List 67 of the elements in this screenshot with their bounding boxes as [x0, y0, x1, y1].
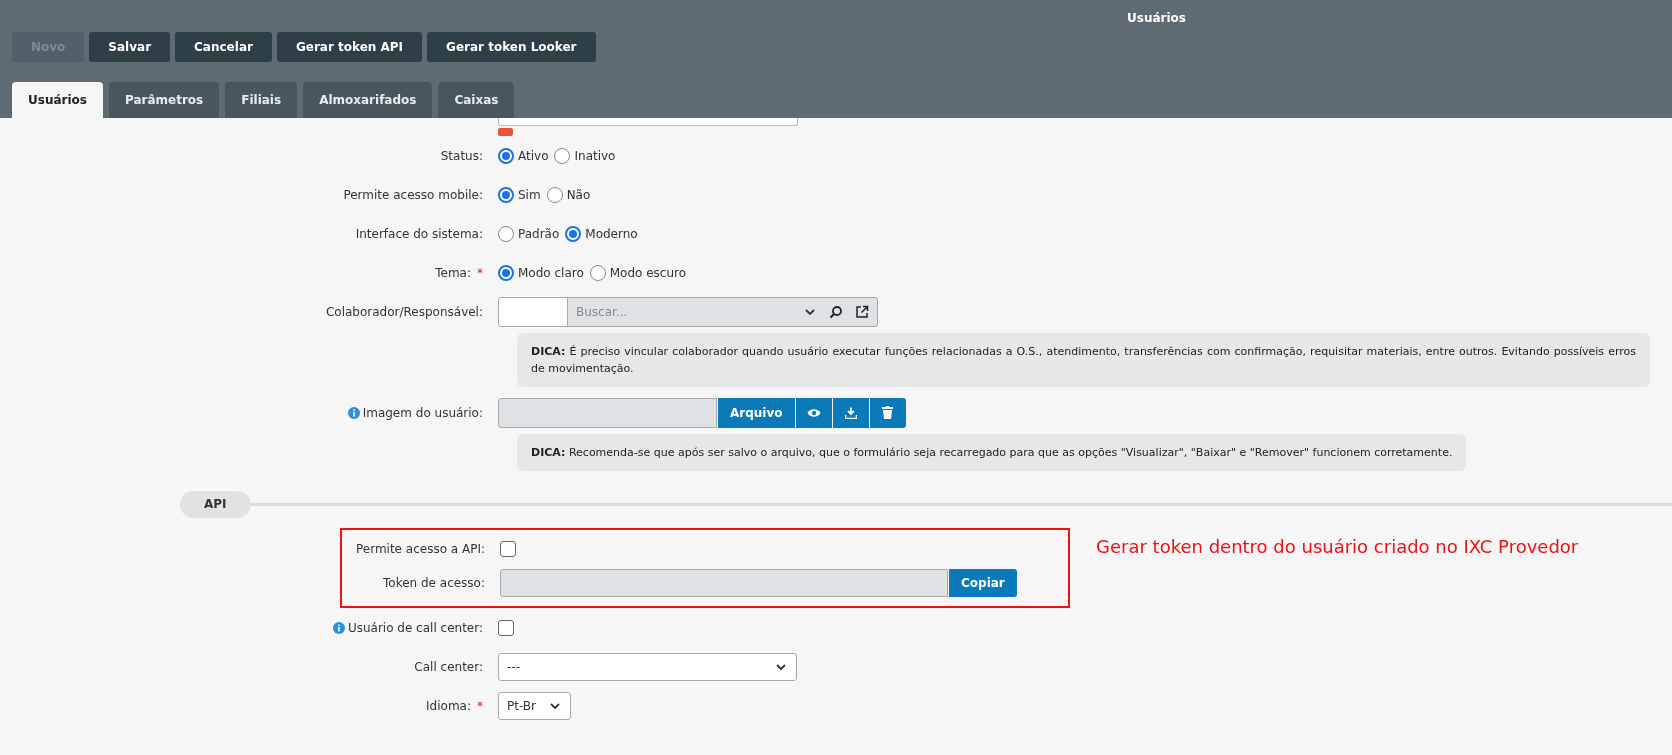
download-button[interactable]: [832, 397, 869, 428]
section-title: API: [180, 491, 251, 518]
radio-button[interactable]: [498, 147, 514, 164]
search-input[interactable]: Buscar...: [568, 303, 791, 320]
download-icon: [844, 406, 857, 419]
field-label: Colaborador/Responsável:: [325, 304, 483, 319]
field-label: Token de acesso:: [383, 576, 485, 590]
field-label: Idioma:: [426, 698, 471, 713]
toolbar-button[interactable]: Gerar token API: [276, 32, 423, 62]
field-label: Permite acesso mobile:: [343, 187, 483, 202]
option-label[interactable]: Ativo: [518, 148, 549, 163]
field-label: Usuário de call center:: [347, 620, 483, 635]
field-label: Call center:: [414, 659, 483, 674]
tip-text: DICA: Recomenda-se que após ser salvo o arquivo, que o formulário seja recarregado para que as opções "Visualizar", "Baixar" e "Remover" funcionem corretamente.: [517, 434, 1467, 471]
toolbar-button[interactable]: Gerar token Looker: [427, 32, 596, 62]
field-label: Tema:: [435, 265, 471, 280]
radio-button[interactable]: [554, 147, 571, 164]
option-label[interactable]: Modo escuro: [609, 265, 687, 280]
view-button[interactable]: [795, 397, 832, 428]
option-label[interactable]: Moderno: [585, 226, 638, 241]
tab[interactable]: Filiais: [225, 82, 298, 118]
tip-text: DICA: É preciso vincular colaborador quando usuário executar funções relacionadas a O.S., atendimento, transferências com confirmação, requisitar materiais, entre outros. Evitando possíveis erros de movimentação.: [517, 333, 1650, 387]
tab[interactable]: Parâmetros: [108, 82, 220, 118]
checkbox[interactable]: [498, 619, 514, 636]
code-field[interactable]: [498, 296, 568, 327]
toolbar-button[interactable]: Cancelar: [175, 32, 272, 62]
checkbox[interactable]: [500, 541, 516, 557]
file-button[interactable]: Arquivo: [718, 397, 795, 428]
toolbar-button[interactable]: Salvar: [89, 32, 171, 62]
radio-button[interactable]: [498, 186, 514, 203]
select-value: ---: [507, 659, 520, 674]
search-field[interactable]: Buscar...: [568, 296, 878, 327]
option-label[interactable]: Inativo: [574, 148, 616, 163]
required-mark: *: [477, 265, 483, 280]
radio-button[interactable]: [565, 225, 582, 242]
info-icon[interactable]: [347, 406, 360, 419]
annotation-text: Gerar token dentro do usuário criado no IXC Provedor: [1096, 536, 1579, 557]
option-label[interactable]: Sim: [518, 187, 541, 202]
field-label: Permite acesso a API:: [355, 542, 485, 556]
password-field[interactable]: [498, 118, 798, 126]
required-mark: *: [477, 698, 483, 713]
tab[interactable]: Caixas: [438, 82, 515, 118]
info-icon[interactable]: [332, 621, 345, 634]
external-link-icon[interactable]: [855, 304, 869, 319]
option-label[interactable]: Padrão: [518, 226, 560, 241]
delete-button[interactable]: [869, 397, 906, 428]
option-label[interactable]: Modo claro: [518, 265, 584, 280]
trash-icon: [882, 406, 894, 419]
radio-button[interactable]: [498, 225, 514, 242]
token-field[interactable]: [500, 569, 948, 597]
field-label: Interface do sistema:: [355, 226, 483, 241]
radio-button[interactable]: [589, 264, 606, 281]
select-field[interactable]: Pt-Br: [498, 691, 571, 720]
radio-button[interactable]: [546, 186, 563, 203]
select-value: Pt-Br: [507, 698, 536, 713]
option-label[interactable]: Não: [566, 187, 591, 202]
select-field[interactable]: ---: [498, 652, 797, 681]
eye-icon: [806, 407, 821, 418]
copy-button[interactable]: Copiar: [949, 569, 1017, 597]
radio-button[interactable]: [498, 264, 514, 281]
tab[interactable]: Almoxarifados: [303, 82, 433, 118]
search-icon[interactable]: [829, 304, 843, 319]
field-label: Status:: [440, 148, 483, 163]
window-title: Usuários: [1127, 11, 1186, 25]
file-field[interactable]: [498, 397, 717, 428]
field-label: Imagem do usuário:: [362, 405, 483, 420]
tab[interactable]: Usuários: [12, 82, 103, 118]
